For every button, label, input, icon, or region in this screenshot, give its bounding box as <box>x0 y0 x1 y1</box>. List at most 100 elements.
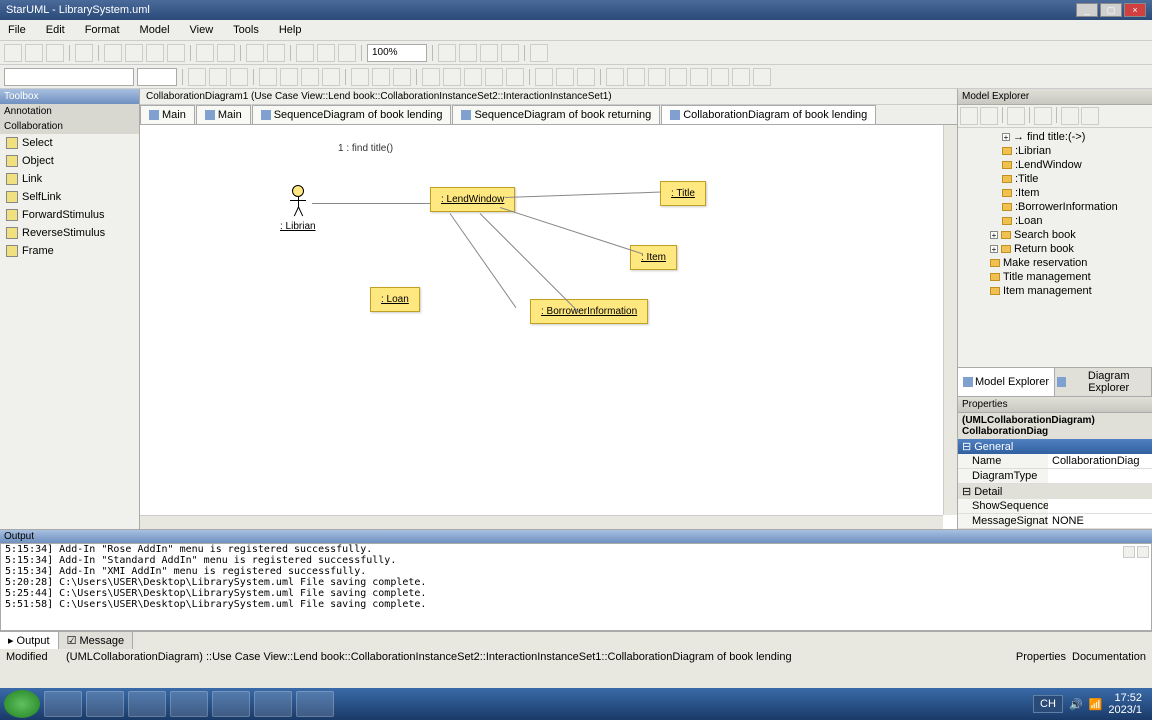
toolbox-group-collaboration[interactable]: Collaboration <box>0 119 139 134</box>
taskbar-staruml-icon[interactable] <box>296 691 334 717</box>
object-loan[interactable]: : Loan <box>370 287 420 312</box>
menu-file[interactable]: File <box>4 22 30 38</box>
tree-item[interactable]: Make reservation <box>960 256 1150 270</box>
italic-icon[interactable] <box>209 68 227 86</box>
bold-icon[interactable] <box>188 68 206 86</box>
taskbar-explorer-icon[interactable] <box>44 691 82 717</box>
dist4-icon[interactable] <box>669 68 687 86</box>
zoom-combo[interactable] <box>367 44 427 62</box>
menu-edit[interactable]: Edit <box>42 22 69 38</box>
tree-item[interactable]: :LendWindow <box>960 158 1150 172</box>
tray-network-icon[interactable]: 📶 <box>1089 698 1103 711</box>
tab-collab[interactable]: CollaborationDiagram of book lending <box>661 105 876 124</box>
align4-icon[interactable] <box>322 68 340 86</box>
align2-icon[interactable] <box>280 68 298 86</box>
cut-icon[interactable] <box>104 44 122 62</box>
linestyle-icon[interactable] <box>393 68 411 86</box>
object-borrowerinfo[interactable]: : BorrowerInformation <box>530 299 648 324</box>
object-item[interactable]: : Item <box>630 245 677 270</box>
zoomout-icon[interactable] <box>459 44 477 62</box>
line-icon[interactable] <box>372 68 390 86</box>
find-icon[interactable] <box>246 44 264 62</box>
layout2-icon[interactable] <box>443 68 461 86</box>
dist3-icon[interactable] <box>648 68 666 86</box>
canvas-scrollbar-vertical[interactable] <box>943 125 957 515</box>
status-properties[interactable]: Properties <box>1016 651 1066 663</box>
delete-icon[interactable] <box>167 44 185 62</box>
copy-icon[interactable] <box>125 44 143 62</box>
undo-icon[interactable] <box>196 44 214 62</box>
fill-icon[interactable] <box>351 68 369 86</box>
tab-main1[interactable]: Main <box>140 105 195 124</box>
dist7-icon[interactable] <box>732 68 750 86</box>
prop-row-msgsig[interactable]: MessageSignatur NONE <box>958 514 1152 529</box>
menu-model[interactable]: Model <box>136 22 174 38</box>
size-combo[interactable] <box>137 68 177 86</box>
close-button[interactable]: × <box>1124 3 1146 17</box>
zoomin-icon[interactable] <box>438 44 456 62</box>
prop-group-general[interactable]: ⊟General <box>958 439 1152 454</box>
diagram-canvas[interactable]: 1 : find title() : Librian : LendWindow … <box>140 125 957 529</box>
layout5-icon[interactable] <box>506 68 524 86</box>
tree-item[interactable]: +Search book <box>960 228 1150 242</box>
close-icon[interactable] <box>1137 546 1149 558</box>
group1-icon[interactable] <box>535 68 553 86</box>
dist8-icon[interactable] <box>753 68 771 86</box>
status-documentation[interactable]: Documentation <box>1072 651 1146 663</box>
canvas-scrollbar-horizontal[interactable] <box>140 515 943 529</box>
verify-icon[interactable] <box>530 44 548 62</box>
taskbar-browser-icon[interactable] <box>170 691 208 717</box>
menu-tools[interactable]: Tools <box>229 22 263 38</box>
refresh-icon[interactable] <box>1034 107 1052 125</box>
down-icon[interactable] <box>1081 107 1099 125</box>
prop-row-diagramtype[interactable]: DiagramType <box>958 469 1152 484</box>
taskbar-app1-icon[interactable] <box>254 691 292 717</box>
link-actor-lendwindow[interactable] <box>312 203 430 204</box>
tree-item[interactable]: :BorrowerInformation <box>960 200 1150 214</box>
dist2-icon[interactable] <box>627 68 645 86</box>
paste-icon[interactable] <box>146 44 164 62</box>
diagram-icon[interactable] <box>296 44 314 62</box>
save-icon[interactable] <box>46 44 64 62</box>
tool3-icon[interactable] <box>338 44 356 62</box>
toolbox-selflink[interactable]: SelfLink <box>0 188 139 206</box>
tree-item[interactable]: Title management <box>960 270 1150 284</box>
object-title[interactable]: : Title <box>660 181 706 206</box>
redo-icon[interactable] <box>217 44 235 62</box>
toolbox-reverse[interactable]: ReverseStimulus <box>0 224 139 242</box>
menu-view[interactable]: View <box>186 22 218 38</box>
tree-item[interactable]: :Item <box>960 186 1150 200</box>
align1-icon[interactable] <box>259 68 277 86</box>
open-icon[interactable] <box>25 44 43 62</box>
tray-volume-icon[interactable]: 🔊 <box>1069 698 1083 711</box>
sort1-icon[interactable] <box>960 107 978 125</box>
tree-item[interactable]: Item management <box>960 284 1150 298</box>
print-icon[interactable] <box>75 44 93 62</box>
tab-seq1[interactable]: SequenceDiagram of book lending <box>252 105 452 124</box>
link-lendwindow-title[interactable] <box>505 192 661 198</box>
prop-row-name[interactable]: Name CollaborationDiag <box>958 454 1152 469</box>
minimize-button[interactable]: _ <box>1076 3 1098 17</box>
pin-icon[interactable] <box>1123 546 1135 558</box>
new-icon[interactable] <box>4 44 22 62</box>
language-indicator[interactable]: CH <box>1033 695 1063 713</box>
zoom100-icon[interactable] <box>501 44 519 62</box>
actor-librian[interactable]: : Librian <box>280 185 316 232</box>
dist6-icon[interactable] <box>711 68 729 86</box>
tab-seq2[interactable]: SequenceDiagram of book returning <box>452 105 660 124</box>
tool2-icon[interactable] <box>317 44 335 62</box>
tab-main2[interactable]: Main <box>196 105 251 124</box>
select-icon[interactable] <box>267 44 285 62</box>
font-combo[interactable] <box>4 68 134 86</box>
tree-item[interactable]: + → find title:(->) <box>960 130 1150 144</box>
toolbox-object[interactable]: Object <box>0 152 139 170</box>
start-button[interactable] <box>4 690 40 718</box>
tree-item[interactable]: +Return book <box>960 242 1150 256</box>
taskbar-media-icon[interactable] <box>86 691 124 717</box>
menu-format[interactable]: Format <box>81 22 124 38</box>
toolbox-link[interactable]: Link <box>0 170 139 188</box>
link-lendwindow-loan[interactable] <box>450 213 517 308</box>
maximize-button[interactable]: ▢ <box>1100 3 1122 17</box>
prop-row-showseq[interactable]: ShowSequenceNu <box>958 499 1152 514</box>
taskbar-chrome-icon[interactable] <box>128 691 166 717</box>
